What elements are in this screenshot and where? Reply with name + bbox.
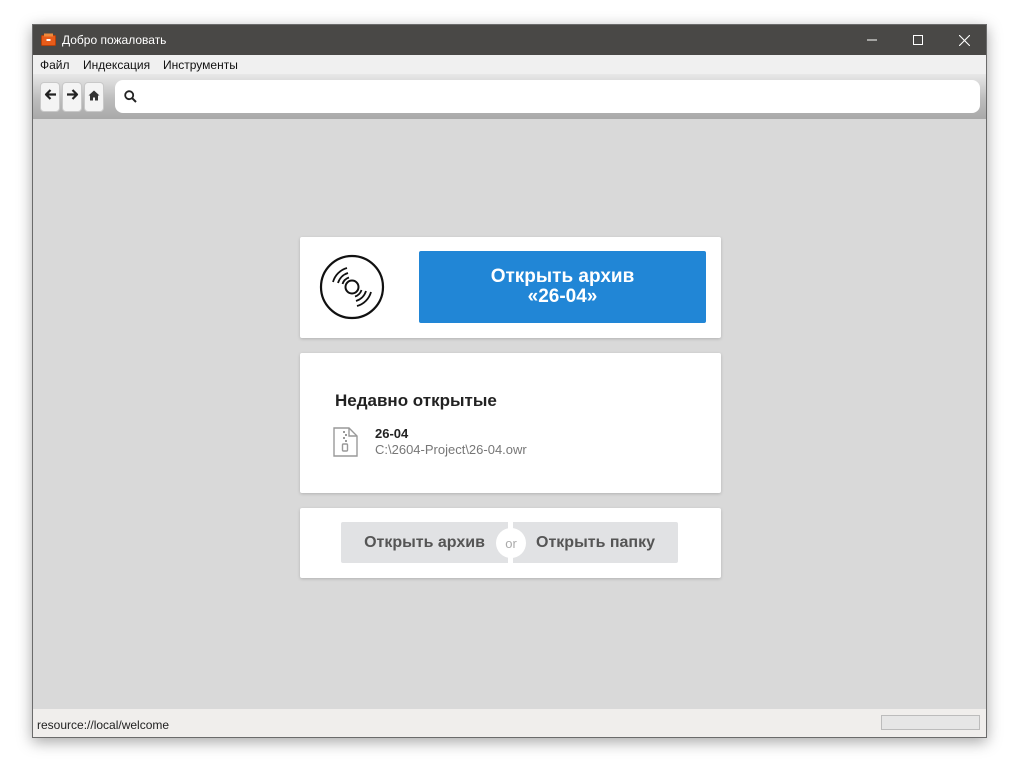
recent-files-card: Недавно открытые 26-04 C:\2604-Project\2… <box>300 353 721 493</box>
search-icon <box>124 90 137 108</box>
toolbar <box>33 74 986 119</box>
archive-box-icon <box>41 33 56 46</box>
open-actions-card: Открыть архив Открыть папку or <box>300 508 721 578</box>
maximize-button[interactable] <box>895 25 941 55</box>
title-bar: Добро пожаловать <box>33 25 986 55</box>
open-recent-archive-button[interactable]: Открыть архив «26-04» <box>419 251 706 323</box>
welcome-content: Открыть архив «26-04» Недавно открытые 2… <box>33 119 986 709</box>
open-folder-button[interactable]: Открыть папку <box>513 522 678 563</box>
open-archive-button[interactable]: Открыть архив <box>341 522 508 563</box>
menu-tools[interactable]: Инструменты <box>163 58 238 72</box>
open-recent-archive-label: Открыть архив <box>490 266 635 287</box>
home-button[interactable] <box>84 82 104 112</box>
window-title: Добро пожаловать <box>62 33 167 47</box>
status-bar: resource://local/welcome <box>33 709 986 737</box>
recent-files-title: Недавно открытые <box>335 391 497 410</box>
forward-button[interactable] <box>62 82 82 112</box>
menu-indexing[interactable]: Индексация <box>83 58 150 72</box>
or-separator: or <box>496 528 526 558</box>
arrow-right-icon <box>66 88 79 106</box>
disc-icon <box>319 254 385 325</box>
minimize-icon <box>867 35 877 45</box>
open-archive-card: Открыть архив «26-04» <box>300 237 721 338</box>
maximize-icon <box>913 35 923 45</box>
minimize-button[interactable] <box>849 25 895 55</box>
status-text: resource://local/welcome <box>37 718 170 732</box>
open-recent-archive-name: «26-04» <box>527 286 598 307</box>
close-button[interactable] <box>941 25 986 55</box>
recent-file-name: 26-04 <box>375 426 409 441</box>
zip-file-icon <box>333 427 358 462</box>
app-window: Добро пожаловать Файл Индексация Инструм… <box>32 24 987 738</box>
close-icon <box>958 34 970 46</box>
search-input[interactable] <box>145 86 965 107</box>
menu-file[interactable]: Файл <box>40 58 70 72</box>
menu-bar: Файл Индексация Инструменты <box>33 55 986 74</box>
back-button[interactable] <box>40 82 60 112</box>
search-box <box>115 80 980 113</box>
home-icon <box>88 88 100 106</box>
recent-file-path: C:\2604-Project\26-04.owr <box>375 442 527 457</box>
arrow-left-icon <box>44 88 57 106</box>
recent-file-item[interactable]: 26-04 C:\2604-Project\26-04.owr <box>333 425 693 459</box>
progress-bar <box>881 715 980 730</box>
